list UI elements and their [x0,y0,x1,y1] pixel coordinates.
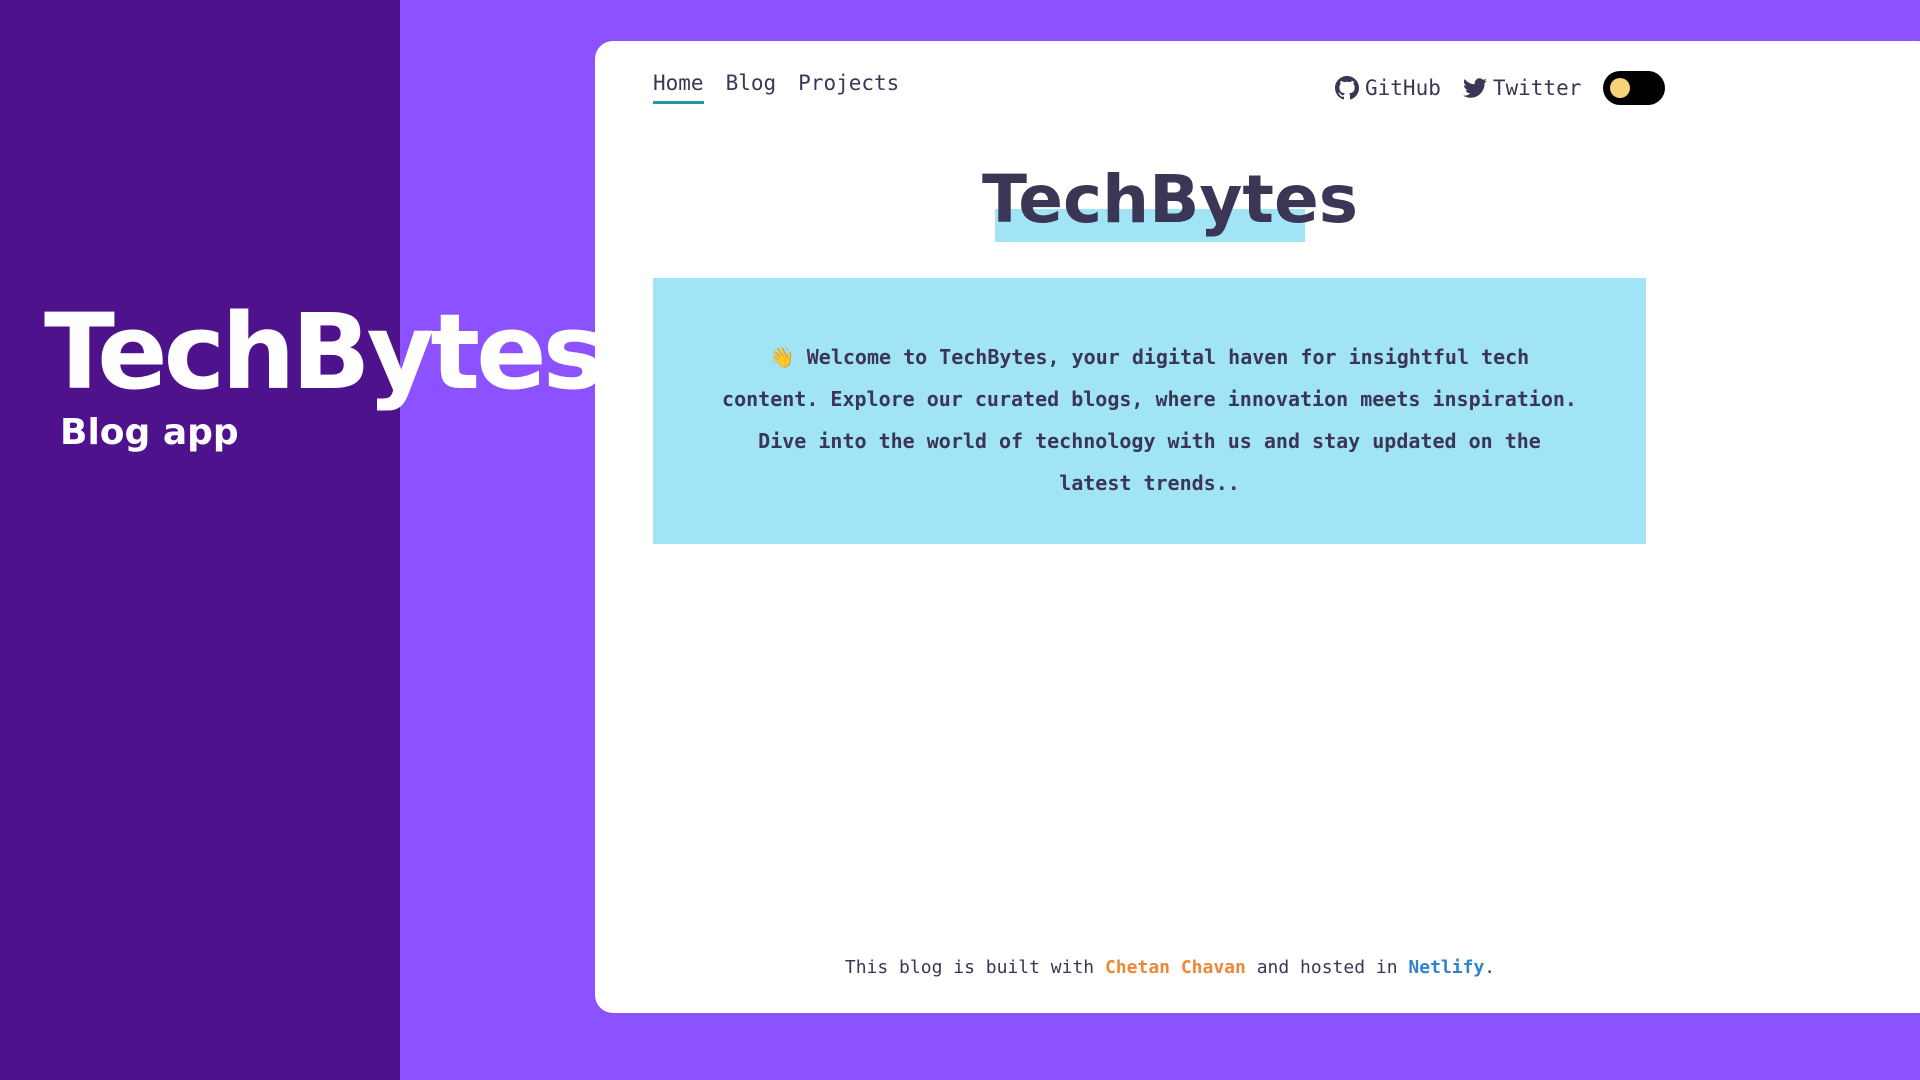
theme-toggle[interactable] [1603,71,1666,105]
nav-blog[interactable]: Blog [726,71,777,104]
footer: This blog is built with Chetan Chavan an… [595,957,1745,978]
welcome-message: Welcome to TechBytes, your digital haven… [722,345,1577,495]
external-links: GitHub Twitter [1335,71,1666,105]
nav-projects[interactable]: Projects [798,71,899,104]
footer-suffix: . [1484,957,1496,978]
github-icon [1335,76,1359,100]
brand-subtitle: Blog app [60,412,239,453]
nav-home[interactable]: Home [653,71,704,104]
github-label: GitHub [1365,76,1441,100]
twitter-label: Twitter [1492,76,1582,100]
main-nav: Home Blog Projects [653,71,899,104]
welcome-text: 👋 Welcome to TechBytes, your digital hav… [720,336,1580,504]
twitter-icon [1462,76,1487,100]
welcome-box: 👋 Welcome to TechBytes, your digital hav… [653,278,1646,544]
wave-emoji: 👋 [769,345,795,369]
toggle-knob [1610,78,1631,98]
footer-host-link[interactable]: Netlify [1408,957,1484,978]
brand-block: TechBytes Blog app [44,291,605,453]
brand-title: TechBytes [44,291,605,413]
footer-prefix: This blog is built with [844,957,1105,978]
browser-window: Home Blog Projects GitHub Twitter TechBy… [595,41,1920,1013]
app-stage: TechBytes Blog app Home Blog Projects Gi… [0,0,1920,1080]
page-title: TechBytes [981,161,1359,238]
github-link[interactable]: GitHub [1335,76,1441,100]
footer-author-link[interactable]: Chetan Chavan [1105,957,1246,978]
left-panel [0,0,400,1080]
twitter-link[interactable]: Twitter [1462,76,1582,100]
footer-middle: and hosted in [1245,957,1409,978]
